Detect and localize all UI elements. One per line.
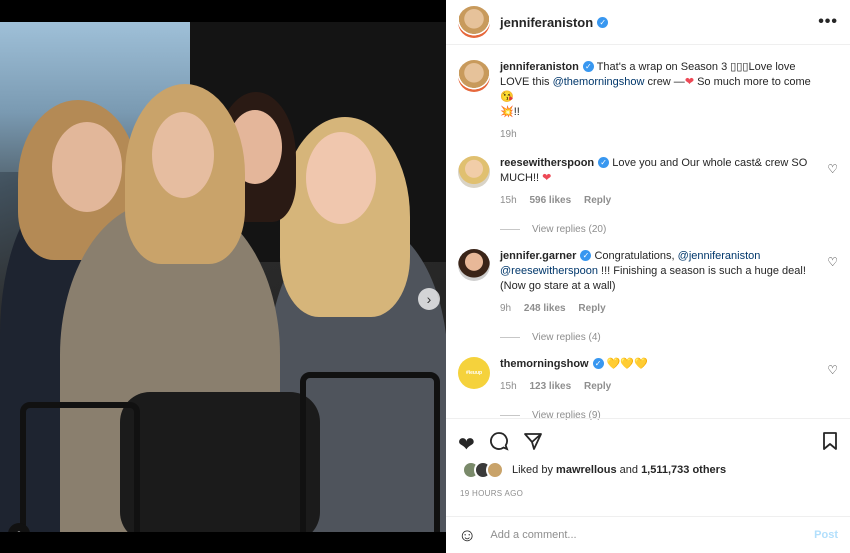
comment-username[interactable]: themorningshow bbox=[500, 358, 589, 370]
like-comment-heart-icon[interactable]: ♡ bbox=[827, 363, 838, 377]
reply-button[interactable]: Reply bbox=[584, 381, 611, 392]
save-bookmark-icon[interactable] bbox=[822, 431, 838, 457]
heart-emoji: ❤ bbox=[542, 172, 552, 184]
emoji-picker-icon[interactable]: ☺ bbox=[458, 525, 476, 546]
caption-username[interactable]: jenniferaniston bbox=[500, 61, 579, 73]
like-heart-icon[interactable]: ❤ bbox=[458, 432, 475, 457]
view-replies-button[interactable]: View replies (4) bbox=[500, 332, 838, 343]
reply-line-divider bbox=[500, 229, 520, 230]
post-actions: ❤ Liked by mawrellous and 1,511,733 othe… bbox=[446, 418, 850, 528]
comment-likes[interactable]: 123 likes bbox=[529, 381, 571, 392]
caption-text: crew — bbox=[644, 76, 685, 88]
comment-username[interactable]: jennifer.garner bbox=[500, 250, 576, 262]
more-options-icon[interactable]: ••• bbox=[818, 13, 838, 31]
post-header: jenniferaniston ✓ ••• bbox=[446, 0, 850, 45]
directors-chair bbox=[20, 402, 140, 532]
caption: jenniferaniston ✓ That's a wrap on Season… bbox=[458, 60, 838, 142]
comment-meta: 9h 248 likes Reply bbox=[500, 301, 820, 316]
comment-item: reesewitherspoon ✓ Love you and Our whole… bbox=[458, 156, 838, 208]
comment-meta: 15h 123 likes Reply bbox=[500, 379, 820, 394]
caption-text: !! bbox=[513, 106, 520, 118]
caption-meta: 19h bbox=[500, 127, 820, 142]
comment-time[interactable]: 15h bbox=[500, 195, 517, 206]
next-photo-arrow-icon[interactable]: › bbox=[418, 288, 440, 310]
mention-link[interactable]: @jenniferaniston bbox=[678, 250, 761, 262]
comments-list: jenniferaniston ✓ That's a wrap on Season… bbox=[446, 46, 850, 420]
post-photo[interactable]: › ● bbox=[0, 22, 446, 532]
yellow-heart-emoji: 💛💛💛 bbox=[606, 358, 648, 370]
liker-avatars bbox=[462, 461, 504, 479]
top-black-bar bbox=[0, 0, 446, 22]
mention-link[interactable]: @reesewitherspoon bbox=[500, 265, 598, 277]
person-4-face bbox=[306, 132, 376, 224]
comment-item: #ieuup themorningshow ✓ 💛💛💛 15h 123 likes… bbox=[458, 357, 838, 394]
boom-emoji: 💥 bbox=[500, 106, 514, 118]
view-replies-label[interactable]: View replies (4) bbox=[532, 332, 601, 343]
caption-text: That's a wrap on Season 3 bbox=[596, 61, 731, 73]
liked-by-count[interactable]: 1,511,733 others bbox=[641, 464, 726, 476]
comment-time[interactable]: 9h bbox=[500, 303, 511, 314]
person-2-face bbox=[152, 112, 214, 198]
post-side-panel: jenniferaniston ✓ ••• jenniferaniston ✓ T… bbox=[446, 0, 850, 553]
reply-line-divider bbox=[500, 337, 520, 338]
liked-by-prefix: Liked by bbox=[512, 464, 553, 476]
like-comment-heart-icon[interactable]: ♡ bbox=[827, 162, 838, 176]
view-replies-button[interactable]: View replies (20) bbox=[500, 224, 838, 235]
share-icon[interactable] bbox=[523, 431, 543, 457]
liked-by-mid: and bbox=[619, 464, 638, 476]
verified-icon: ✓ bbox=[592, 358, 604, 369]
post-comment-button[interactable]: Post bbox=[814, 529, 838, 541]
post-username[interactable]: jenniferaniston bbox=[500, 15, 593, 30]
liked-by-user[interactable]: mawrellous bbox=[556, 464, 617, 476]
person-2-legs bbox=[120, 392, 320, 532]
comment-item: jennifer.garner ✓ Congratulations, @jenni… bbox=[458, 249, 838, 316]
verified-icon: ✓ bbox=[580, 250, 592, 261]
reply-button[interactable]: Reply bbox=[578, 303, 605, 314]
comment-likes[interactable]: 596 likes bbox=[529, 195, 571, 206]
verified-icon: ✓ bbox=[582, 61, 594, 72]
bottom-black-bar bbox=[0, 532, 446, 553]
action-icons: ❤ bbox=[446, 419, 850, 459]
comment-meta: 15h 596 likes Reply bbox=[500, 193, 820, 208]
avatar[interactable]: #ieuup bbox=[458, 357, 490, 389]
view-replies-label[interactable]: View replies (20) bbox=[532, 224, 606, 235]
reply-button[interactable]: Reply bbox=[584, 195, 611, 206]
verified-icon: ✓ bbox=[598, 157, 610, 168]
caption-time[interactable]: 19h bbox=[500, 129, 517, 140]
verified-icon: ✓ bbox=[597, 16, 609, 28]
reply-line-divider bbox=[500, 415, 520, 416]
mention-link[interactable]: @themorningshow bbox=[553, 76, 645, 88]
person-1-face bbox=[52, 122, 122, 212]
avatar[interactable] bbox=[486, 461, 504, 479]
caption-emoji: ▯▯▯ bbox=[730, 61, 749, 73]
comment-text: Congratulations, bbox=[594, 250, 678, 262]
comment-likes[interactable]: 248 likes bbox=[524, 303, 566, 314]
avatar[interactable] bbox=[458, 156, 490, 188]
kiss-emoji: 😘 bbox=[500, 91, 514, 103]
heart-emoji: ❤ bbox=[684, 76, 695, 88]
comment-time[interactable]: 15h bbox=[500, 381, 517, 392]
comment-username[interactable]: reesewitherspoon bbox=[500, 157, 594, 169]
like-comment-heart-icon[interactable]: ♡ bbox=[827, 255, 838, 269]
comment-input[interactable]: Add a comment... bbox=[490, 529, 576, 541]
instagram-post-view: › ● jenniferaniston ✓ ••• jenniferanisto… bbox=[0, 0, 850, 553]
avatar[interactable] bbox=[458, 60, 490, 92]
liked-by: Liked by mawrellous and 1,511,733 others bbox=[446, 459, 850, 479]
avatar[interactable] bbox=[458, 249, 490, 281]
post-time-ago[interactable]: 19 HOURS AGO bbox=[446, 479, 850, 498]
add-comment-bar: ☺ Add a comment... Post bbox=[446, 516, 850, 553]
directors-chair bbox=[300, 372, 440, 532]
comment-icon[interactable] bbox=[489, 431, 509, 457]
caption-text: So much more to come bbox=[694, 76, 811, 88]
avatar[interactable] bbox=[458, 6, 490, 38]
